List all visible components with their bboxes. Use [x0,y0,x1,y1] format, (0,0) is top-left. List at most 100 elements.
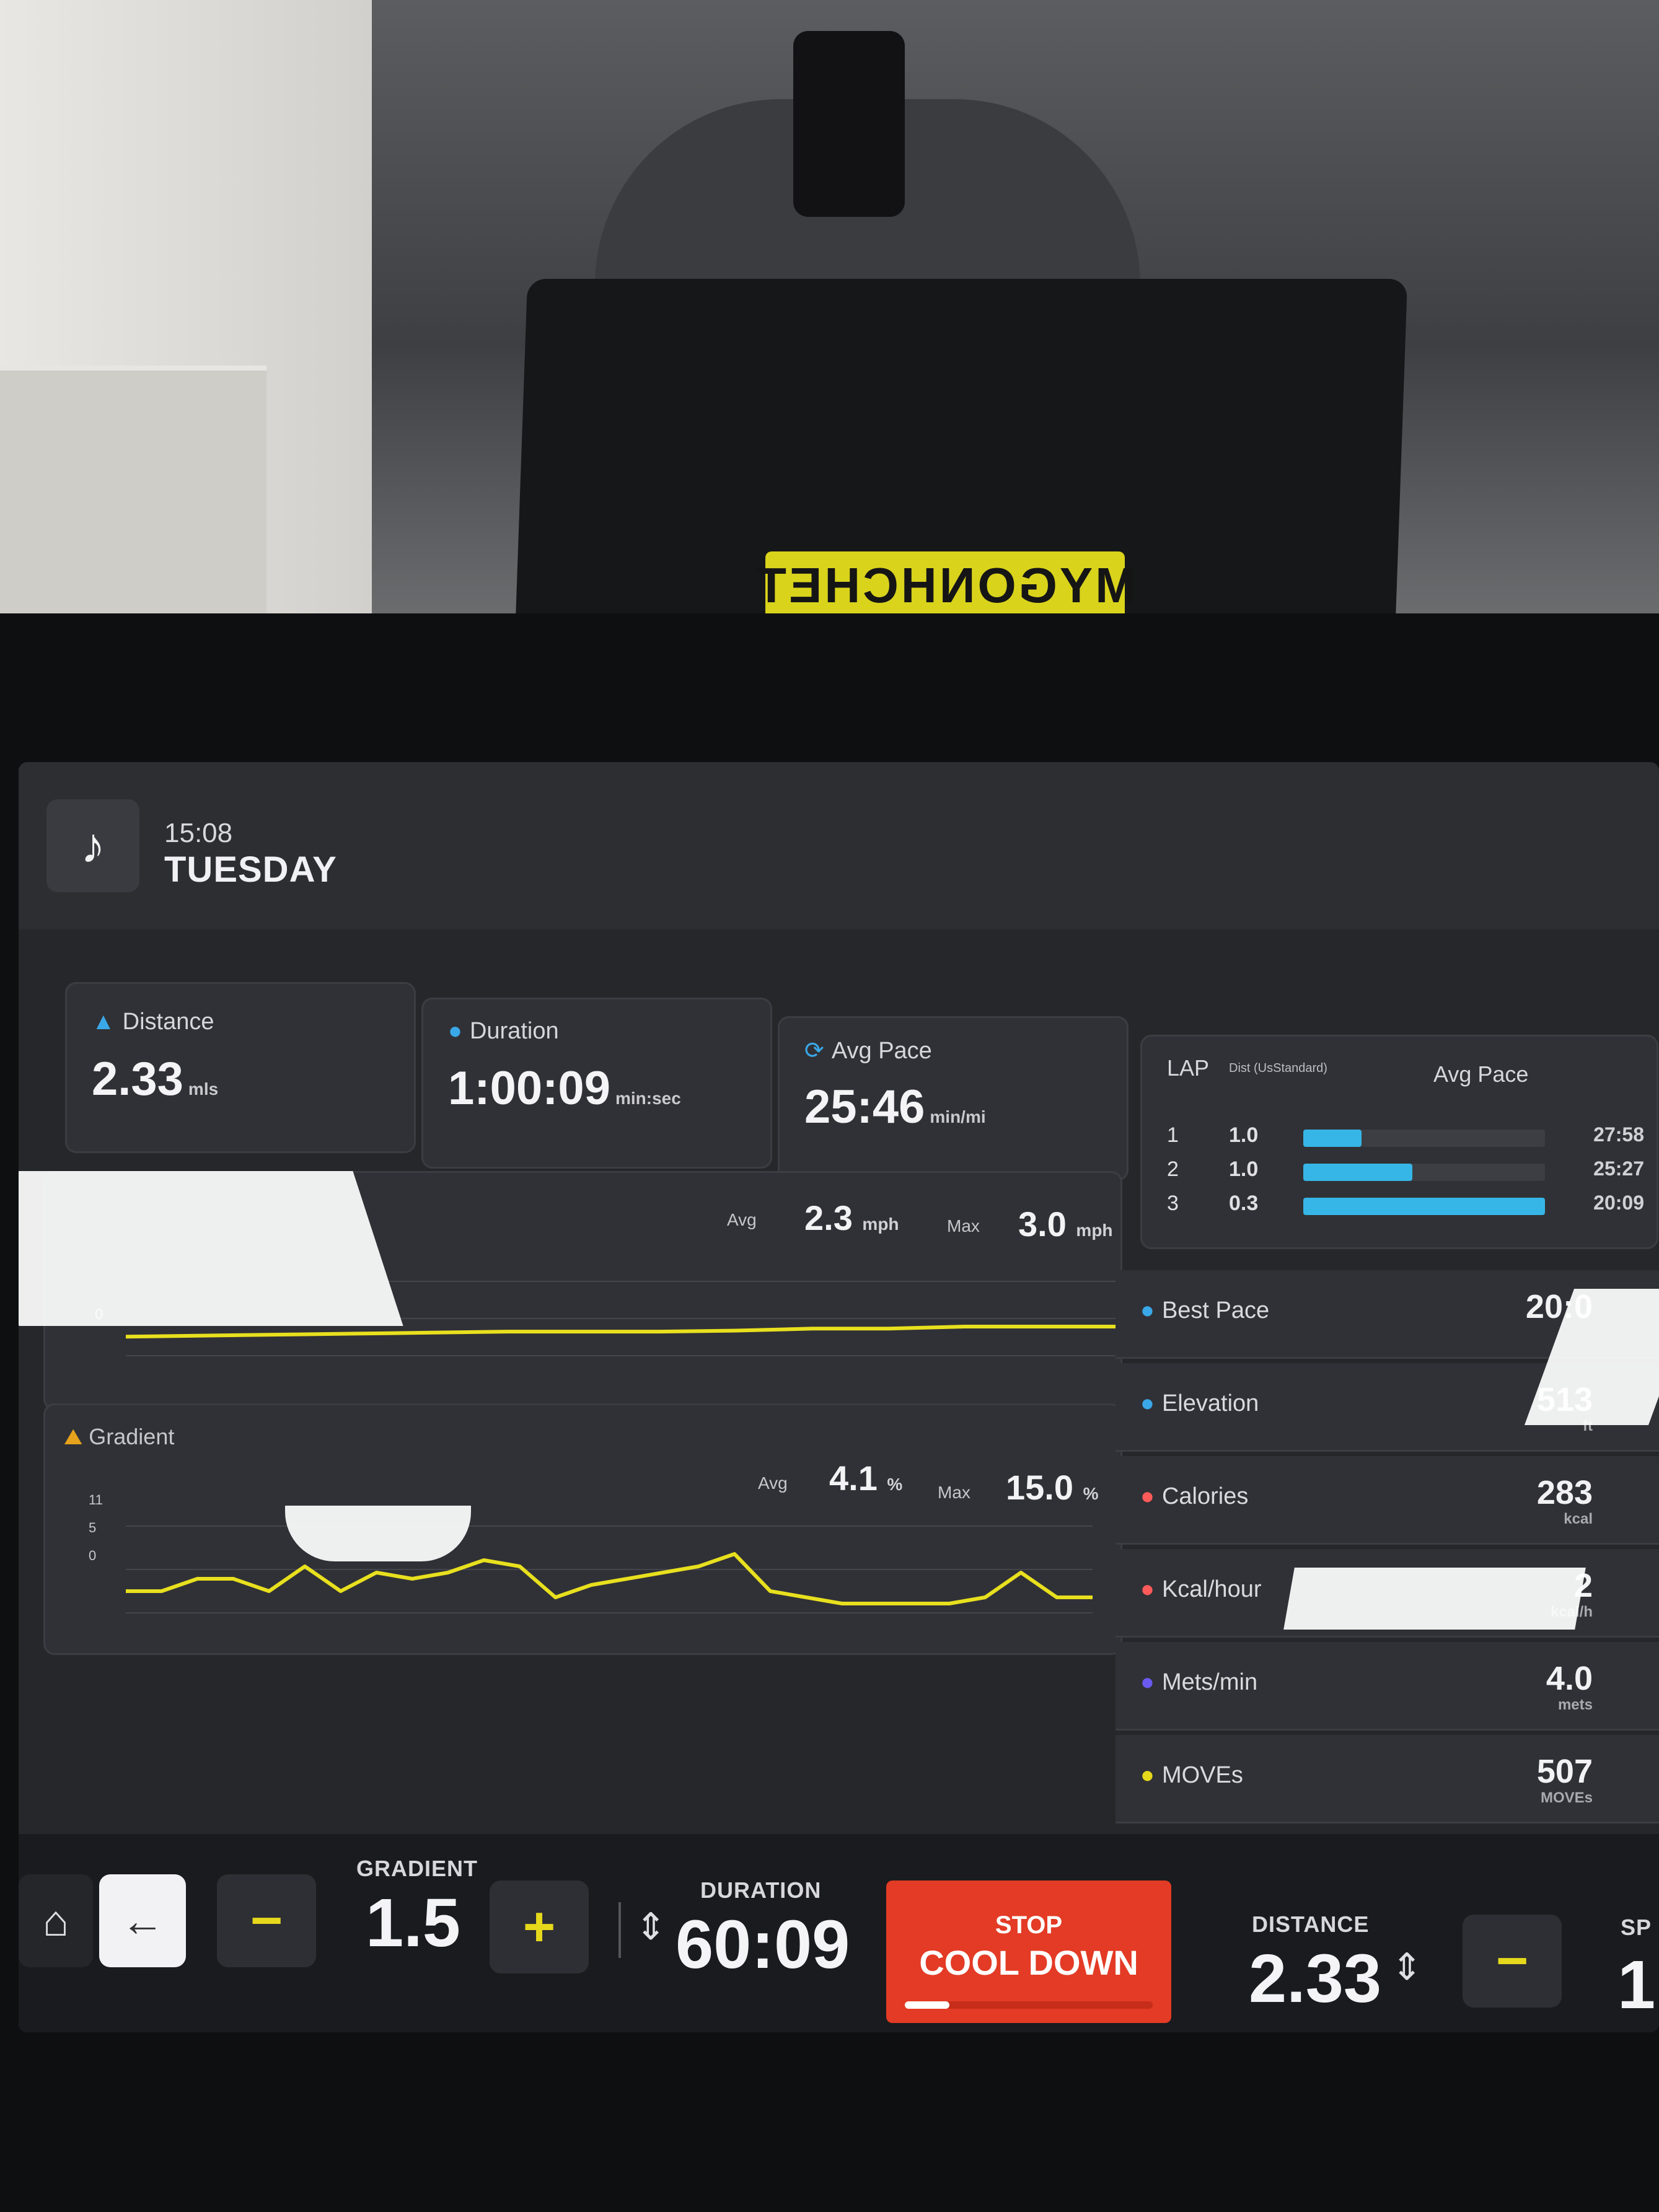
lap-table: LAP Dist (UsStandard) Avg Pace 1 1.0 27:58… [1140,1035,1658,1249]
speed-max-label: Max [947,1216,980,1235]
avg-pace-value: 25:46 [804,1081,925,1133]
lap-distance: 1.0 [1229,1157,1259,1181]
pace-icon: ⟳ [804,1038,824,1064]
speed-control-label: SP [1621,1915,1652,1940]
gradient-icon: ⛰ [64,1424,83,1449]
stat-value: 507 [1536,1753,1593,1790]
mountain-icon: ● [1140,1390,1155,1416]
duration-unit: min:sec [615,1089,681,1108]
speed-max-value: 3.0 [1018,1205,1067,1244]
home-button[interactable]: ⌂ [19,1874,93,1967]
stat-row: ● Mets/min 4.0 mets [1116,1642,1659,1731]
duration-value: 1:00:09 [448,1062,610,1115]
cool-down-progress [905,2001,1153,2009]
lap-row: 3 0.3 20:09 [1142,1192,1657,1222]
back-button[interactable]: ← [99,1874,186,1967]
lap-row: 2 1.0 25:27 [1142,1157,1657,1188]
duration-label: Duration [469,1018,559,1044]
phone-reflection [793,31,905,217]
stop-label: STOP [995,1911,1063,1939]
stat-unit: mets [1557,1696,1593,1713]
duration-card: ● Duration 1:00:09 min:sec [421,998,772,1169]
stat-unit: MOVEs [1540,1789,1593,1806]
home-icon: ⌂ [42,1897,69,1945]
chart-series-line [126,1325,1117,1339]
speed-avg-unit: mph [862,1214,899,1234]
stat-label: Calories [1161,1483,1249,1509]
clock-day: TUESDAY [164,849,337,890]
lap-pace-bar [1303,1198,1545,1215]
gradient-minus-button[interactable]: − [217,1874,316,1967]
speed-minus-button[interactable]: − [1463,1915,1562,2008]
moves-dot-icon: ● [1140,1762,1155,1788]
treadmill-screen: ♪ 15:08 TUESDAY ▲ Distance 2.33 mls ● Durat… [19,762,1659,2032]
gradient-avg-unit: % [887,1475,903,1494]
screen-glare [19,1171,403,1326]
speed-control-value: 1. [1617,1947,1659,2023]
stat-value: 283 [1536,1474,1593,1511]
lap-number: 2 [1167,1157,1179,1181]
gradient-plus-button[interactable]: + [490,1881,589,1973]
control-bar: ⌂ ← − GRADIENT 1.5 + ⇕ DURATION 60:09 ST… [19,1834,1659,2032]
gradient-control-label: GRADIENT [356,1856,478,1881]
cool-down-label: COOL DOWN [919,1943,1138,1982]
gradient-max-value: 15.0 [1006,1468,1073,1507]
plus-icon: + [522,1895,556,1958]
gradient-y-tick-11: 11 [89,1492,103,1508]
gradient-chart-card: ⛰ Gradient Avg 4.1 % Max 15.0 % 11 5 0 [43,1403,1122,1655]
duration-stepper-icon[interactable]: ⇕ [635,1905,666,1949]
distance-control-label: DISTANCE [1252,1911,1370,1937]
lap-pace-bar [1303,1130,1545,1147]
clock-time: 15:08 [164,818,233,848]
gradient-control-value: 1.5 [366,1885,460,1961]
pace-icon: ● [1140,1297,1155,1323]
distance-stepper-icon[interactable]: ⇕ [1391,1946,1422,1989]
music-button[interactable]: ♪ [46,799,139,892]
gradient-avg-value: 4.1 [829,1459,878,1498]
divider [618,1902,621,1958]
stat-value: 4.0 [1546,1660,1593,1697]
distance-control-value: 2.33 [1249,1941,1382,2017]
speed-max-unit: mph [1076,1221,1113,1240]
lap-pace-bar [1303,1164,1545,1181]
avg-pace-label: Avg Pace [831,1038,932,1064]
flame-clock-icon: ● [1140,1576,1155,1602]
screen-glare [1283,1568,1586,1630]
mets-icon: ● [1140,1669,1155,1695]
lap-distance: 0.3 [1229,1192,1259,1215]
gradient-y-tick-5: 5 [89,1520,97,1535]
gradient-max-unit: % [1083,1484,1099,1503]
music-note-icon: ♪ [81,818,105,873]
lap-number: 3 [1167,1192,1179,1215]
gradient-y-tick-0: 0 [89,1548,97,1563]
back-arrow-icon: ← [121,1897,164,1945]
screen-glare [285,1506,471,1561]
distance-card: ▲ Distance 2.33 mls [65,982,416,1153]
distance-value: 2.33 [92,1053,183,1105]
lap-pace: 25:27 [1593,1157,1644,1180]
duration-control-label: DURATION [700,1877,822,1903]
chart-series-line [126,1552,1093,1605]
lap-distance: 1.0 [1229,1123,1259,1147]
stat-label: MOVEs [1161,1762,1243,1788]
stat-row: ● MOVEs 507 MOVEs [1116,1735,1659,1824]
minus-icon: − [1495,1929,1529,1992]
stat-unit: kcal [1564,1511,1593,1527]
flame-icon: ● [1140,1483,1155,1509]
gradient-avg-label: Avg [758,1473,788,1493]
stop-cool-down-button[interactable]: STOP COOL DOWN [886,1881,1171,2023]
gradient-chart [126,1525,1093,1613]
lap-pace: 20:09 [1593,1192,1644,1214]
lap-pace: 27:58 [1593,1123,1644,1146]
distance-icon: ▲ [92,1009,115,1035]
avg-pace-unit: min/mi [930,1107,986,1126]
duration-control-value: 60:09 [675,1907,850,1983]
brand-logo: MYGONHCHET [754,551,1137,620]
speed-avg-label: Avg [727,1210,757,1229]
avg-pace-card: ⟳ Avg Pace 25:46 min/mi [778,1016,1129,1181]
top-bar: ♪ 15:08 TUESDAY [19,762,1659,929]
gradient-max-label: Max [938,1483,970,1502]
stat-row: ● Calories 283 kcal [1116,1456,1659,1545]
distance-label: Distance [122,1009,214,1035]
gradient-title: Gradient [89,1424,175,1449]
